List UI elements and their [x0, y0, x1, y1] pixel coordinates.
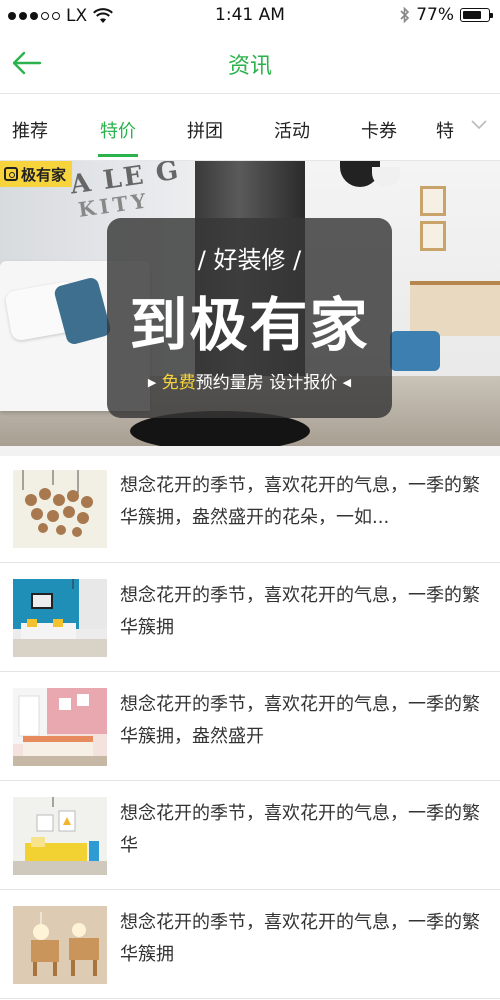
- promo-overlay: / 好装修 / 到极有家 ▶ 免费预约量房 设计报价 ◀: [107, 218, 392, 418]
- news-title: 想念花开的季节，喜欢花开的气息，一季的繁华簇拥，盎然盛开: [120, 694, 480, 747]
- brand-logo: 极有家: [0, 161, 73, 187]
- list-item[interactable]: 想念花开的季节，喜欢花开的气息，一季的繁华簇拥: [0, 890, 500, 999]
- list-item[interactable]: 想念花开的季节，喜欢花开的气息，一季的繁华簇拥: [0, 563, 500, 672]
- category-tabs: 推荐 特价 拼团 活动 卡券 特: [0, 95, 500, 161]
- chevron-down-icon: [471, 120, 487, 130]
- promo-highlight: 免费: [161, 373, 196, 393]
- promo-tagline: ▶ 免费预约量房 设计报价 ◀: [107, 368, 392, 393]
- news-title: 想念花开的季节，喜欢花开的气息，一季的繁华簇拥，盎然盛开的花朵，一如...: [120, 475, 480, 528]
- promo-banner[interactable]: A LE G KITY 极有家 / 好装修 / 到极有家 ▶ 免费预约量房 设计…: [0, 161, 500, 446]
- tab-coupon[interactable]: 卡券: [361, 117, 397, 143]
- status-bar: LX 1:41 AM 77%: [0, 0, 500, 32]
- battery-fill: [463, 11, 481, 19]
- news-title: 想念花开的季节，喜欢花开的气息，一季的繁华: [120, 803, 480, 856]
- triangle-right-icon: ▶: [147, 376, 157, 389]
- news-thumbnail: [13, 470, 107, 548]
- triangle-left-icon: ◀: [342, 376, 352, 389]
- promo-tagline-text: 预约量房 设计报价: [195, 373, 338, 393]
- promo-subtitle: / 好装修 /: [197, 246, 302, 274]
- bluetooth-icon: [400, 6, 410, 24]
- brand-logo-icon: [4, 167, 18, 181]
- brand-logo-text: 极有家: [21, 165, 67, 184]
- list-item[interactable]: 想念花开的季节，喜欢花开的气息，一季的繁华簇拥，盎然盛开: [0, 672, 500, 781]
- tabs-more-button[interactable]: [456, 95, 500, 160]
- tab-special-price[interactable]: 特价: [100, 117, 136, 143]
- page-title: 资讯: [227, 54, 272, 79]
- news-thumbnail: [13, 688, 107, 766]
- list-item[interactable]: 想念花开的季节，喜欢花开的气息，一季的繁华: [0, 781, 500, 890]
- tab-activity[interactable]: 活动: [274, 117, 310, 143]
- nav-bar: 资讯: [0, 32, 500, 94]
- news-thumbnail: [13, 906, 107, 984]
- news-thumbnail: [13, 797, 107, 875]
- battery-icon: [460, 8, 493, 22]
- active-tab-indicator: [98, 154, 138, 157]
- news-title: 想念花开的季节，喜欢花开的气息，一季的繁华簇拥: [120, 912, 480, 965]
- list-item[interactable]: 想念花开的季节，喜欢花开的气息，一季的繁华簇拥，盎然盛开的花朵，一如...: [0, 446, 500, 563]
- tab-partial[interactable]: 特: [436, 117, 454, 143]
- tab-group-buy[interactable]: 拼团: [187, 117, 223, 143]
- news-list: 想念花开的季节，喜欢花开的气息，一季的繁华簇拥，盎然盛开的花朵，一如... 想念…: [0, 446, 500, 999]
- news-title: 想念花开的季节，喜欢花开的气息，一季的繁华簇拥: [120, 585, 480, 638]
- news-thumbnail: [13, 579, 107, 657]
- tab-recommend[interactable]: 推荐: [12, 117, 48, 143]
- status-right: 77%: [400, 5, 493, 25]
- promo-headline: 到极有家: [129, 291, 370, 359]
- battery-percent: 77%: [416, 5, 454, 25]
